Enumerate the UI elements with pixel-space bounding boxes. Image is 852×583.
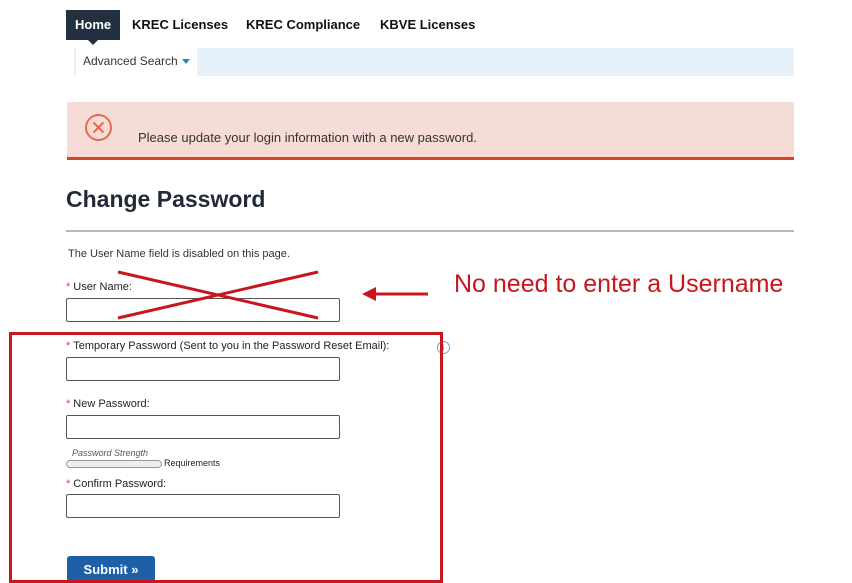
annotation-text: No need to enter a Username — [454, 270, 784, 298]
arrow-left-icon — [362, 287, 376, 301]
